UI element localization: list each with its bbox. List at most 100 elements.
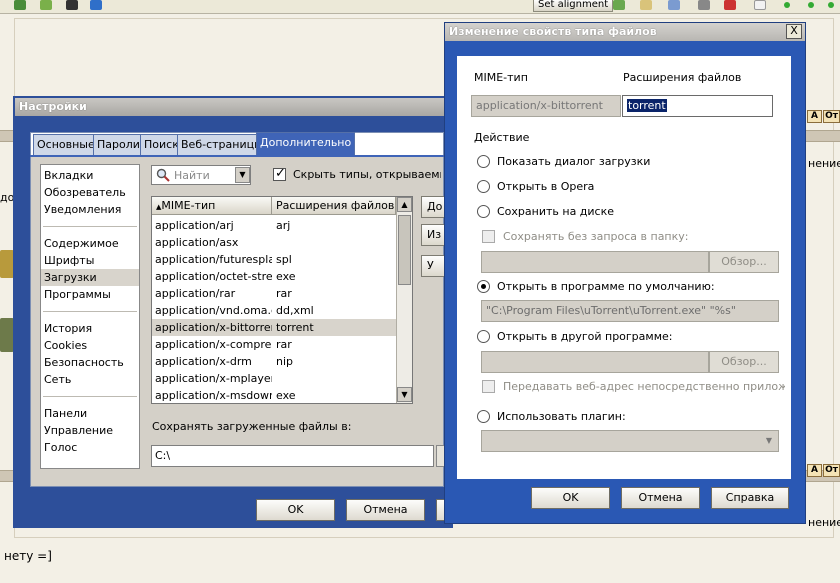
category-item-browsing[interactable]: Обозреватель	[41, 184, 139, 201]
table-row[interactable]: application/x-msdownl...exe	[152, 387, 396, 403]
toolbar-icon[interactable]	[40, 0, 52, 10]
radio-open-default[interactable]	[477, 280, 490, 293]
category-item-tabs[interactable]: Вкладки	[41, 167, 139, 184]
edit-type-button[interactable]: Из	[421, 224, 445, 246]
page-text: нение д	[808, 157, 840, 170]
default-program-path[interactable]: "C:\Program Files\uTorrent\uTorrent.exe"…	[481, 300, 779, 322]
table-row[interactable]: application/asx	[152, 234, 396, 251]
category-item-network[interactable]: Сеть	[41, 371, 139, 388]
column-header-mime[interactable]: ▲MIME-тип	[152, 197, 272, 215]
radio-open-other[interactable]	[477, 330, 490, 343]
column-header-extensions[interactable]: Расширения файлов	[272, 197, 396, 215]
hide-types-checkbox[interactable]	[273, 166, 286, 181]
tab-web-pages[interactable]: Веб-страницы	[177, 134, 267, 155]
reply-button[interactable]: А	[807, 464, 822, 477]
toolbar-icon[interactable]	[613, 0, 625, 10]
page-thumbnail	[0, 250, 14, 278]
category-separator	[43, 311, 137, 312]
settings-title: Настройки	[15, 98, 451, 116]
settings-cancel-button[interactable]: Отмена	[346, 499, 425, 521]
toolbar-icon[interactable]	[668, 0, 680, 10]
plugin-select[interactable]: ▼	[481, 430, 779, 452]
category-item-fonts[interactable]: Шрифты	[41, 252, 139, 269]
toolbar-icon[interactable]	[14, 0, 26, 10]
tab-advanced[interactable]: Дополнительно	[256, 132, 356, 155]
scroll-up-icon[interactable]: ▲	[397, 197, 412, 212]
tab-general[interactable]: Основные	[33, 134, 99, 155]
radio-save-disk-label: Сохранить на диске	[497, 205, 615, 218]
toolbar-icon[interactable]	[754, 0, 766, 10]
scroll-thumb[interactable]	[398, 215, 411, 285]
quote-button[interactable]: От	[823, 110, 840, 123]
toolbar-icon[interactable]	[66, 0, 78, 10]
radio-show-dialog[interactable]	[477, 155, 490, 168]
status-dot-icon	[828, 2, 834, 8]
close-icon[interactable]: X	[786, 24, 802, 39]
category-item-content[interactable]: Содержимое	[41, 235, 139, 252]
category-item-toolbars[interactable]: Панели	[41, 405, 139, 422]
category-item-notifications[interactable]: Уведомления	[41, 201, 139, 218]
browse-folder-button[interactable]: Обзор...	[709, 251, 779, 273]
mime-type-table: ▲MIME-тип Расширения файлов application/…	[151, 196, 413, 404]
action-label: Действие	[474, 131, 530, 144]
set-alignment-button[interactable]: Set alignment	[533, 0, 614, 12]
radio-open-opera-label: Открыть в Opera	[497, 180, 595, 193]
table-row[interactable]: application/x-mplayer2	[152, 370, 396, 387]
search-placeholder: Найти	[174, 169, 210, 182]
category-item-history[interactable]: История	[41, 320, 139, 337]
other-program-path-field[interactable]	[481, 351, 709, 373]
tab-passwords[interactable]: Пароли	[93, 134, 144, 155]
table-row[interactable]: application/vnd.oma.d...dd,xml	[152, 302, 396, 319]
chevron-down-icon[interactable]: ▼	[235, 167, 250, 183]
browse-program-button[interactable]: Обзор...	[709, 351, 779, 373]
table-row[interactable]: application/futuresplashspl	[152, 251, 396, 268]
add-type-button[interactable]: До	[421, 196, 445, 218]
category-item-programs[interactable]: Программы	[41, 286, 139, 303]
toolbar-icon[interactable]	[724, 0, 736, 10]
table-row[interactable]: application/octet-streamexe	[152, 268, 396, 285]
pass-url-label: Передавать веб-адрес непосредственно при…	[503, 380, 785, 393]
dialog-help-button[interactable]: Справка	[711, 487, 789, 509]
save-folder-path-field[interactable]	[481, 251, 709, 273]
dialog-ok-button[interactable]: OK	[531, 487, 610, 509]
radio-save-disk[interactable]	[477, 205, 490, 218]
status-dot-icon	[808, 2, 814, 8]
table-row[interactable]: application/rar rar	[152, 285, 396, 302]
category-separator	[43, 396, 137, 397]
delete-type-button[interactable]: У	[421, 255, 445, 277]
save-folder-input[interactable]: C:\	[151, 445, 434, 467]
quote-button[interactable]: От	[823, 464, 840, 477]
radio-open-opera[interactable]	[477, 180, 490, 193]
mime-type-field[interactable]: application/x-bittorrent	[471, 95, 621, 117]
save-without-asking-label: Сохранять без запроса в папку:	[503, 230, 689, 243]
category-item-management[interactable]: Управление	[41, 422, 139, 439]
category-item-downloads[interactable]: Загрузки	[41, 269, 139, 286]
dialog-cancel-button[interactable]: Отмена	[621, 487, 700, 509]
scroll-down-icon[interactable]: ▼	[397, 387, 412, 402]
browser-toolbar-strip	[0, 0, 840, 14]
type-search-input[interactable]: Найти ▼	[151, 165, 251, 185]
settings-ok-button[interactable]: OK	[256, 499, 335, 521]
category-item-voice[interactable]: Голос	[41, 439, 139, 456]
extensions-field[interactable]: torrent	[622, 95, 773, 117]
category-list: Вкладки Обозреватель Уведомления Содержи…	[40, 164, 140, 469]
pass-url-checkbox[interactable]	[482, 380, 495, 393]
search-icon	[156, 168, 170, 182]
table-row[interactable]: application/x-compres...rar	[152, 336, 396, 353]
extensions-label: Расширения файлов	[623, 71, 742, 84]
category-item-cookies[interactable]: Cookies	[41, 337, 139, 354]
save-without-asking-checkbox[interactable]	[482, 230, 495, 243]
reply-button[interactable]: А	[807, 110, 822, 123]
radio-open-default-label: Открыть в программе по умолчанию:	[497, 280, 715, 293]
toolbar-icon[interactable]	[90, 0, 102, 10]
category-item-security[interactable]: Безопасность	[41, 354, 139, 371]
toolbar-icon[interactable]	[640, 0, 652, 10]
table-row-selected[interactable]: application/x-bittorrent torrent	[152, 319, 396, 336]
table-row[interactable]: application/arj arj	[152, 217, 396, 234]
chevron-down-icon: ▼	[765, 436, 773, 445]
page-thumbnail	[0, 318, 14, 352]
table-scrollbar[interactable]: ▲ ▼	[396, 197, 412, 403]
radio-use-plugin[interactable]	[477, 410, 490, 423]
table-row[interactable]: application/x-drm nip	[152, 353, 396, 370]
toolbar-icon[interactable]	[698, 0, 710, 10]
